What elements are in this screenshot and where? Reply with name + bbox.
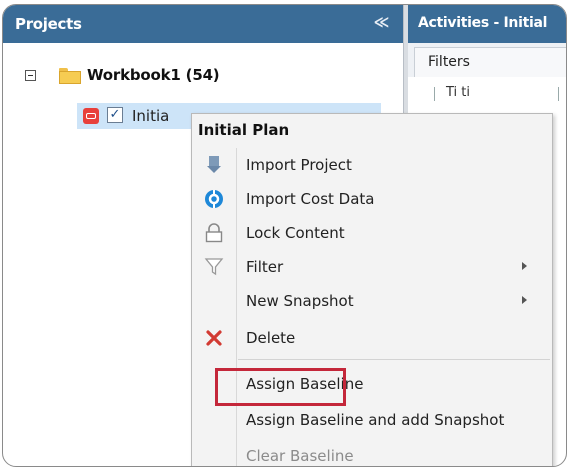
menu-item-new-snapshot[interactable]: New Snapshot: [192, 283, 550, 317]
activities-grid-header: Ti ti: [408, 77, 566, 107]
menu-item-label: Import Project: [246, 156, 352, 174]
filter-icon: [204, 257, 224, 277]
workbook-label: Workbook1 (54): [87, 66, 220, 84]
menu-item-label: Filter: [246, 258, 284, 276]
menu-item-assign-baseline-and-snapshot[interactable]: Assign Baseline and add Snapshot: [192, 402, 550, 436]
tab-filters[interactable]: Filters: [414, 47, 566, 77]
highlight-annotation: [215, 368, 346, 406]
menu-item-delete[interactable]: Delete: [192, 320, 550, 354]
context-menu-title: Initial Plan: [198, 121, 290, 139]
activities-header: Activities - Initial: [408, 5, 566, 43]
menu-item-filter[interactable]: Filter: [192, 249, 550, 283]
menu-item-label: Lock Content: [246, 224, 345, 242]
collapse-panel-icon[interactable]: ≪: [374, 13, 390, 31]
submenu-arrow-icon: [522, 296, 527, 304]
context-menu: Initial Plan Import Project Import Cost …: [191, 113, 553, 466]
folder-icon: [59, 68, 81, 84]
menu-item-import-project[interactable]: Import Project: [192, 147, 550, 181]
projects-header: Projects ≪: [3, 5, 403, 43]
activities-title: Activities - Initial: [418, 15, 548, 31]
grid-column-divider: [558, 87, 559, 101]
delete-icon: [204, 328, 224, 348]
menu-item-label: Delete: [246, 329, 296, 347]
menu-item-label: New Snapshot: [246, 292, 354, 310]
project-label: Initia: [132, 107, 170, 125]
import-cost-icon: [204, 189, 224, 209]
lock-icon: [204, 223, 224, 243]
project-status-icon: [83, 108, 99, 124]
project-checkbox[interactable]: ✓: [107, 107, 123, 123]
import-project-icon: [204, 155, 224, 175]
menu-item-label: Clear Baseline: [246, 447, 354, 465]
menu-separator: [238, 359, 550, 360]
menu-item-clear-baseline: Clear Baseline: [192, 438, 550, 466]
menu-item-import-cost-data[interactable]: Import Cost Data: [192, 181, 550, 215]
menu-item-label: Import Cost Data: [246, 190, 375, 208]
projects-title: Projects: [15, 15, 82, 33]
grid-column-header[interactable]: Ti ti: [446, 85, 470, 100]
menu-item-lock-content[interactable]: Lock Content: [192, 215, 550, 249]
submenu-arrow-icon: [522, 262, 527, 270]
menu-item-label: Assign Baseline and add Snapshot: [246, 411, 505, 429]
filters-bar: Filters: [408, 43, 566, 78]
collapse-toggle-icon[interactable]: [25, 70, 36, 81]
grid-column-divider: [434, 87, 435, 101]
app-window: Projects ≪ Activities - Initial Filters …: [2, 4, 567, 467]
